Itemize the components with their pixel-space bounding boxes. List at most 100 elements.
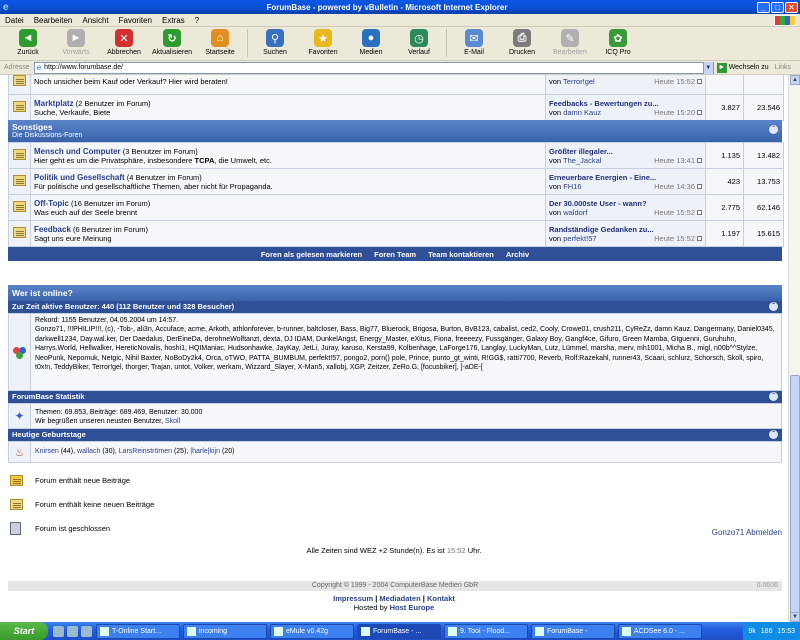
post-count bbox=[743, 75, 784, 95]
taskbar-task[interactable]: ForumBase - bbox=[531, 623, 615, 639]
kontakt-link[interactable]: Kontakt bbox=[427, 594, 455, 603]
minimize-button[interactable]: _ bbox=[757, 1, 770, 13]
logout-link[interactable]: Gonzo71 Abmelden bbox=[712, 528, 782, 537]
category-header[interactable]: Sonstiges Die Diskussions-Foren ⌃ bbox=[8, 120, 782, 142]
maximize-button[interactable]: □ bbox=[771, 1, 784, 13]
birthday-user-link[interactable]: Knirsen bbox=[35, 448, 59, 455]
impressum-link[interactable]: Impressum bbox=[333, 594, 373, 603]
last-post-title-link[interactable]: Größter illegaler... bbox=[549, 147, 613, 156]
forum-folder-icon bbox=[13, 175, 26, 186]
footer-link[interactable]: Team kontaktieren bbox=[428, 250, 494, 259]
toolbar-star-button[interactable]: ★ Favoriten bbox=[299, 27, 347, 59]
last-post-author-link[interactable]: damn Kauz bbox=[563, 108, 601, 117]
icq-icon: ✿ bbox=[609, 29, 627, 47]
top-forum-list: Noch unsicher beim Kauf oder Verkauf? Hi… bbox=[8, 75, 784, 121]
go-button[interactable]: ► Wechseln zu bbox=[716, 62, 769, 73]
address-input[interactable]: e http://www.forumbase.de/ ▼ bbox=[33, 61, 714, 74]
birthday-user-link[interactable]: |harle|kijn bbox=[190, 448, 220, 455]
windows-logo-icon bbox=[774, 14, 796, 26]
menu-favoriten[interactable]: Favoriten bbox=[114, 16, 157, 25]
collapse-icon[interactable]: ⌃ bbox=[769, 392, 778, 401]
toolbar-mail-button[interactable]: ✉ E-Mail bbox=[450, 27, 498, 59]
quick-launch-ie-icon[interactable] bbox=[53, 625, 64, 637]
task-app-icon bbox=[622, 626, 631, 636]
last-post-author-link[interactable]: The_Jackal bbox=[563, 156, 601, 165]
goto-last-post-icon[interactable] bbox=[697, 183, 702, 189]
taskbar-task[interactable]: 9. Tool - Flood... bbox=[444, 623, 528, 639]
toolbar-label: Zurück bbox=[17, 49, 39, 56]
quick-launch-desktop-icon[interactable] bbox=[67, 625, 78, 637]
menu-help[interactable]: ? bbox=[190, 16, 204, 25]
menu-extras[interactable]: Extras bbox=[157, 16, 190, 25]
forum-name-link[interactable]: Off-Topic bbox=[34, 199, 69, 208]
forum-description: Suche, Verkaufe, Biete bbox=[34, 107, 111, 117]
start-button[interactable]: Start bbox=[0, 622, 48, 640]
goto-last-post-icon[interactable] bbox=[697, 79, 702, 84]
toolbar-forward-button[interactable]: ► Vorwärts bbox=[52, 27, 100, 59]
scroll-down-icon[interactable]: ▼ bbox=[790, 612, 800, 622]
tray-indicator-a: 9k bbox=[748, 627, 756, 635]
toolbar-print-button[interactable]: ⎙ Drucken bbox=[498, 27, 546, 59]
timezone-info: Alle Zeiten sind WEZ +2 Stunde(n). Es is… bbox=[306, 546, 482, 555]
last-post-time: Heute 14:36 bbox=[654, 181, 695, 191]
collapse-icon[interactable]: ⌃ bbox=[769, 125, 778, 134]
goto-last-post-icon[interactable] bbox=[697, 209, 702, 215]
forum-name-link[interactable]: Marktplatz bbox=[34, 99, 74, 108]
newest-user-link[interactable]: Skoll bbox=[165, 418, 180, 425]
taskbar-task[interactable]: incoming bbox=[183, 623, 267, 639]
taskbar-task[interactable]: eMule v0.42g bbox=[270, 623, 354, 639]
last-post-title-link[interactable]: Randständige Gedanken zu... bbox=[549, 225, 654, 234]
toolbar-back-button[interactable]: ◄ Zurück bbox=[4, 27, 52, 59]
toolbar-media-button[interactable]: ● Medien bbox=[347, 27, 395, 59]
task-list: T-Online Start... incoming eMule v0.42g For… bbox=[96, 623, 705, 639]
address-dropdown-icon[interactable]: ▼ bbox=[702, 61, 713, 74]
footer-link[interactable]: Archiv bbox=[506, 250, 529, 259]
birthday-user-link[interactable]: wallach bbox=[77, 448, 100, 455]
collapse-icon[interactable]: ⌃ bbox=[769, 430, 778, 439]
last-post-author-link[interactable]: waldorf bbox=[563, 208, 587, 217]
goto-last-post-icon[interactable] bbox=[697, 235, 702, 241]
footer-link[interactable]: Foren Team bbox=[374, 250, 416, 259]
menu-bearbeiten[interactable]: Bearbeiten bbox=[29, 16, 78, 25]
goto-last-post-icon[interactable] bbox=[697, 109, 702, 115]
last-post-title-link[interactable]: Der 30.000ste User - wann? bbox=[549, 199, 647, 208]
menu-datei[interactable]: Datei bbox=[0, 16, 29, 25]
last-post-title-link[interactable]: Erneuerbare Energien - Eine... bbox=[549, 173, 656, 182]
quick-launch bbox=[53, 625, 92, 637]
close-button[interactable]: ✕ bbox=[785, 1, 798, 13]
toolbar-icq-button[interactable]: ✿ ICQ Pro bbox=[594, 27, 642, 59]
forum-description: Für politische und gesellschaftliche The… bbox=[34, 181, 273, 191]
quick-launch-explorer-icon[interactable] bbox=[81, 625, 92, 637]
scroll-up-icon[interactable]: ▲ bbox=[790, 75, 800, 85]
toolbar-edit-button[interactable]: ✎ Bearbeiten bbox=[546, 27, 594, 59]
taskbar-task[interactable]: ACDSee 6.0 - ... bbox=[618, 623, 702, 639]
footer-link[interactable]: Foren als gelesen markieren bbox=[261, 250, 362, 259]
toolbar-search-button[interactable]: ⚲ Suchen bbox=[251, 27, 299, 59]
toolbar-label: Favoriten bbox=[308, 49, 338, 56]
last-post-author-link[interactable]: perfekt!57 bbox=[563, 234, 596, 243]
host-europe-link[interactable]: Host Europe bbox=[390, 603, 435, 612]
collapse-icon[interactable]: ⌃ bbox=[769, 302, 778, 311]
scroll-thumb[interactable] bbox=[790, 375, 800, 615]
online-user-list[interactable]: Gonzo71, !!!PHILIP!!!, (c), -Tob-, ali3n… bbox=[35, 325, 777, 372]
mediadaten-link[interactable]: Mediadaten bbox=[379, 594, 420, 603]
toolbar-history-button[interactable]: ◷ Verlauf bbox=[395, 27, 443, 59]
window-titlebar[interactable]: e ForumBase - powered by vBulletin - Mic… bbox=[0, 0, 800, 14]
taskbar-task[interactable]: ForumBase - ... bbox=[357, 623, 441, 639]
birthday-user-link[interactable]: LarsReinströmen bbox=[119, 448, 172, 455]
forum-name-link[interactable]: Politik und Gesellschaft bbox=[34, 173, 125, 182]
toolbar-home-button[interactable]: ⌂ Startseite bbox=[196, 27, 244, 59]
vertical-scrollbar[interactable]: ▲ ▼ bbox=[788, 75, 800, 622]
last-post-title-link[interactable]: Feedbacks - Bewertungen zu... bbox=[549, 99, 659, 108]
taskbar-task[interactable]: T-Online Start... bbox=[96, 623, 180, 639]
goto-last-post-icon[interactable] bbox=[697, 157, 702, 163]
forum-name-link[interactable]: Feedback bbox=[34, 225, 71, 234]
forum-name-link[interactable]: Mensch und Computer bbox=[34, 147, 121, 156]
last-post-author-link[interactable]: FH16 bbox=[563, 182, 581, 191]
links-button[interactable]: Links bbox=[775, 64, 791, 71]
post-count: 13.753 bbox=[743, 168, 784, 195]
menu-ansicht[interactable]: Ansicht bbox=[77, 16, 113, 25]
toolbar-refresh-button[interactable]: ↻ Aktualisieren bbox=[148, 27, 196, 59]
toolbar-stop-button[interactable]: ✕ Abbrechen bbox=[100, 27, 148, 59]
last-post-author-link[interactable]: Terror!gel bbox=[563, 77, 595, 86]
